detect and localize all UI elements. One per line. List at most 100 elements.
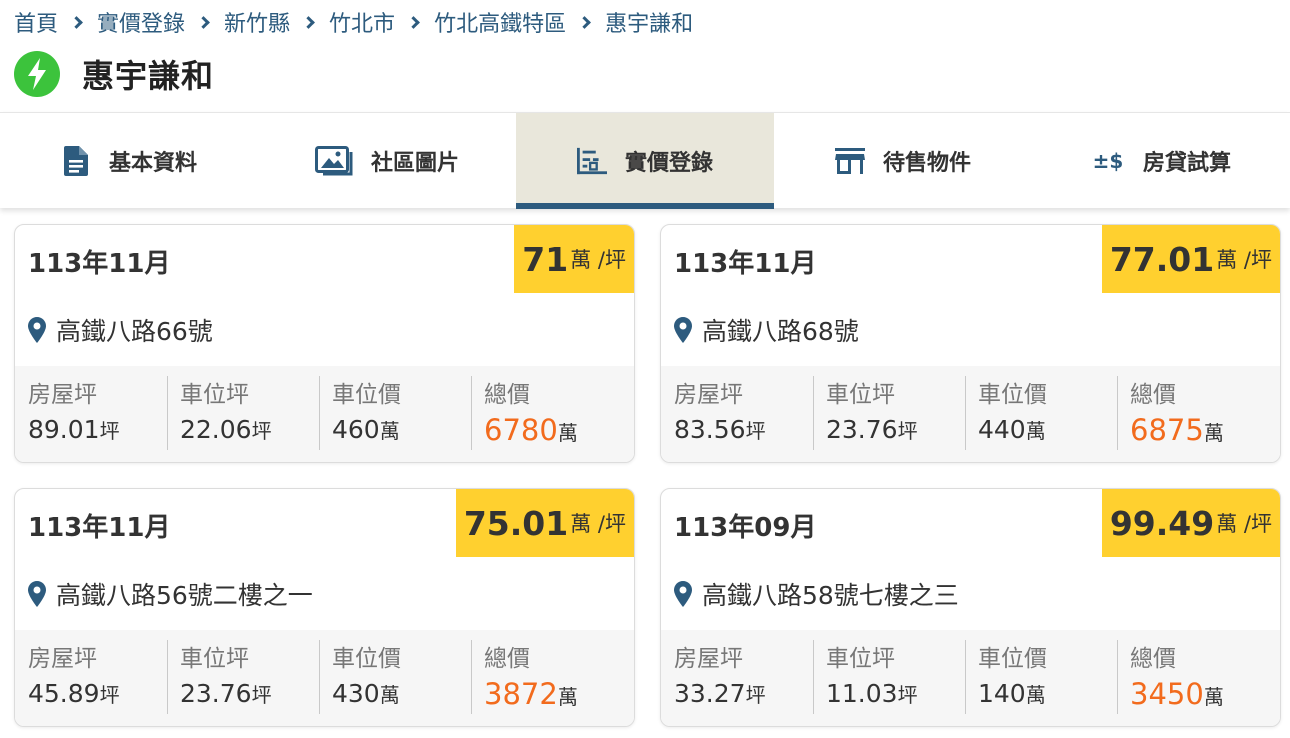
breadcrumb-district[interactable]: 竹北高鐵特區 [434,6,566,38]
parking-price-value: 140 [978,679,1026,708]
chevron-right-icon [197,15,210,29]
parking-area-value: 22.06 [180,415,252,444]
stat-label: 總價 [484,382,530,408]
parking-price-value: 440 [978,415,1026,444]
address-text: 高鐵八路68號 [702,317,859,346]
unit-price-suffix: 萬 /坪 [1216,248,1272,272]
stat-label: 總價 [1130,382,1176,408]
chevron-right-icon [302,15,315,29]
tab-label: 社區圖片 [370,150,459,176]
stat-label: 車位坪 [180,382,249,408]
tab-mortgage-calculator[interactable]: ±$ 房貸試算 [1032,113,1290,208]
stat-value: 430萬 [332,679,400,708]
breadcrumb-city[interactable]: 竹北市 [329,6,395,38]
stat-house-area: 房屋坪 45.89坪 [15,630,167,726]
stat-value: 11.03坪 [826,679,918,708]
house-area-value: 33.27 [674,679,746,708]
tab-bar: 基本資料 社區圖片 實價登錄 待售物件 ±$ 房貸試算 [0,112,1290,209]
parking-price-value: 430 [332,679,380,708]
transaction-card[interactable]: 113年11月 71 萬 /坪 高鐵八路66號 房屋坪 89.01坪 車位坪 22.… [14,224,635,463]
stat-value: 23.76坪 [180,679,272,708]
store-icon [834,146,865,176]
unit-ping: 坪 [897,419,918,443]
stat-total-price: 總價 6875萬 [1117,366,1269,462]
stat-label: 房屋坪 [28,646,97,672]
unit-price-badge: 99.49 萬 /坪 [1101,489,1280,557]
stat-label: 車位價 [978,646,1047,672]
stat-parking-price: 車位價 140萬 [965,630,1117,726]
address: 高鐵八路66號 [28,313,213,347]
unit-price-value: 75.01 [463,503,569,543]
divider [167,640,168,714]
stat-value: 440萬 [978,415,1046,444]
stats-row: 房屋坪 33.27坪 車位坪 11.03坪 車位價 140萬 總價 3450萬 [661,630,1280,726]
stat-value: 45.89坪 [28,679,120,708]
stat-value: 460萬 [332,415,400,444]
tab-basic-info[interactable]: 基本資料 [0,113,258,208]
stat-label: 車位價 [332,382,401,408]
unit-ping: 坪 [745,683,766,707]
transaction-date: 113年09月 [674,513,817,543]
unit-ping: 坪 [99,419,120,443]
unit-price-badge: 77.01 萬 /坪 [1101,225,1280,293]
stat-parking-price: 車位價 460萬 [319,366,471,462]
stat-label: 總價 [484,646,530,672]
divider [1117,640,1118,714]
stat-value: 83.56坪 [674,415,766,444]
divider [471,376,472,450]
map-pin-icon [674,317,696,343]
page-title: 惠宇謙和 [82,57,215,95]
stat-total-price: 總價 3450萬 [1117,630,1269,726]
stat-total-price: 總價 6780萬 [471,366,623,462]
total-price-value: 6875 [1130,413,1204,447]
address-text: 高鐵八路56號二樓之一 [56,581,313,610]
stat-parking-price: 車位價 440萬 [965,366,1117,462]
chevron-right-icon [578,15,591,29]
breadcrumb-community[interactable]: 惠宇謙和 [605,6,693,38]
house-area-value: 83.56 [674,415,746,444]
stats-row: 房屋坪 45.89坪 車位坪 23.76坪 車位價 430萬 總價 3872萬 [15,630,634,726]
stat-label: 車位價 [978,382,1047,408]
total-price-value: 3872 [484,677,558,711]
divider [167,376,168,450]
title-row: 惠宇謙和 [14,50,214,98]
divider [1117,376,1118,450]
stat-house-area: 房屋坪 33.27坪 [661,630,813,726]
divider [319,376,320,450]
map-pin-icon [28,581,50,607]
divider [965,376,966,450]
stat-parking-area: 車位坪 23.76坪 [813,366,965,462]
breadcrumb-county[interactable]: 新竹縣 [224,6,290,38]
stat-label: 車位坪 [826,382,895,408]
unit-wan: 萬 [379,419,400,443]
stat-parking-area: 車位坪 22.06坪 [167,366,319,462]
stat-house-area: 房屋坪 89.01坪 [15,366,167,462]
unit-ping: 坪 [251,419,272,443]
transaction-card[interactable]: 113年09月 99.49 萬 /坪 高鐵八路58號七樓之三 房屋坪 33.27坪… [660,488,1281,727]
map-pin-icon [674,581,696,607]
parking-area-value: 23.76 [826,415,898,444]
tab-label: 房貸試算 [1142,150,1231,176]
transaction-card[interactable]: 113年11月 75.01 萬 /坪 高鐵八路56號二樓之一 房屋坪 45.89坪… [14,488,635,727]
breadcrumb-price-registry[interactable]: 實價登錄 [97,6,185,38]
tab-photos[interactable]: 社區圖片 [258,113,516,208]
address: 高鐵八路68號 [674,313,859,347]
stat-parking-price: 車位價 430萬 [319,630,471,726]
tab-listings[interactable]: 待售物件 [774,113,1032,208]
tab-price-registry[interactable]: 實價登錄 [516,113,774,209]
stat-value: 23.76坪 [826,415,918,444]
breadcrumb-home[interactable]: 首頁 [14,6,58,38]
breadcrumb: 首頁 實價登錄 新竹縣 竹北市 竹北高鐵特區 惠宇謙和 [14,6,693,38]
unit-price-badge: 71 萬 /坪 [514,225,634,293]
unit-price-value: 71 [522,239,569,279]
unit-price-suffix: 萬 /坪 [1216,512,1272,536]
parking-area-value: 23.76 [180,679,252,708]
stat-total-price: 總價 3872萬 [471,630,623,726]
transaction-card[interactable]: 113年11月 77.01 萬 /坪 高鐵八路68號 房屋坪 83.56坪 車位坪… [660,224,1281,463]
divider [319,640,320,714]
unit-ping: 坪 [251,683,272,707]
chevron-right-icon [407,15,420,29]
images-icon [314,145,353,176]
divider [471,640,472,714]
address: 高鐵八路56號二樓之一 [28,577,313,611]
